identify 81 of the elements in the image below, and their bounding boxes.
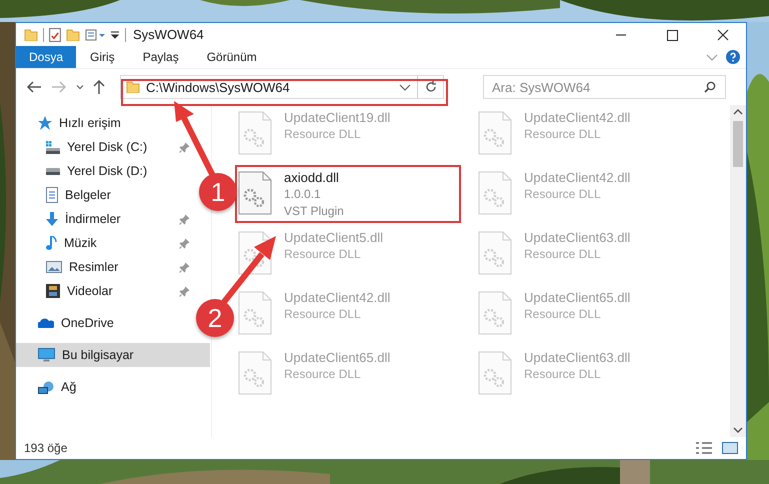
sidebar-label: Resimler — [69, 260, 118, 274]
file-detail: Resource DLL — [524, 126, 602, 143]
chevron-down-icon[interactable] — [399, 84, 411, 90]
sidebar-item[interactable]: OneDrive — [16, 311, 194, 335]
details-view-icon[interactable] — [696, 442, 712, 454]
search-icon[interactable] — [704, 81, 716, 93]
film-icon — [46, 284, 60, 298]
ribbon-tab[interactable]: Paylaş — [128, 46, 193, 68]
window-title: SysWOW64 — [133, 27, 204, 42]
cloud-icon — [38, 318, 54, 328]
computer-icon — [38, 348, 55, 362]
ribbon-tab[interactable]: Giriş — [76, 46, 129, 68]
sidebar-item[interactable]: Müzik — [16, 231, 194, 255]
file-detail: Resource DLL — [284, 306, 362, 323]
ribbon-tab[interactable]: Görünüm — [192, 46, 271, 68]
customize-icon[interactable] — [110, 30, 120, 38]
sidebar-item[interactable]: Hızlı erişim — [16, 111, 194, 135]
drive-icon — [46, 168, 60, 174]
sidebar-item[interactable]: Resimler — [16, 255, 194, 279]
picture-icon — [46, 261, 62, 273]
pin-icon[interactable] — [179, 142, 190, 152]
file-detail: Resource DLL — [524, 186, 602, 203]
star-icon — [38, 116, 52, 130]
address-field[interactable]: C:\Windows\SysWOW64 — [120, 75, 444, 99]
refresh-icon[interactable] — [424, 80, 438, 94]
sidebar-label: Belgeler — [65, 188, 111, 202]
file-gear-icon[interactable] — [238, 171, 272, 215]
pin-icon[interactable] — [179, 286, 190, 296]
sidebar-item[interactable]: İndirmeler — [16, 207, 194, 231]
sidebar-item[interactable]: Ağ — [16, 375, 194, 399]
sidebar-item[interactable]: Belgeler — [16, 183, 194, 207]
sidebar-label: Videolar — [67, 284, 113, 298]
large-icons-view-icon[interactable] — [722, 442, 738, 454]
sidebar-item[interactable]: Yerel Disk (C:) — [16, 135, 194, 159]
file-detail: Resource DLL — [524, 366, 602, 383]
sidebar-item[interactable]: Bu bilgisayar — [16, 343, 210, 367]
new-folder-icon[interactable] — [66, 28, 80, 40]
arrow — [222, 236, 276, 304]
file-detail: VST Plugin — [284, 203, 344, 220]
ribbon-tab[interactable]: Dosya — [16, 46, 76, 68]
scrollbar-thumb[interactable] — [733, 121, 743, 167]
file-detail: Resource DLL — [524, 246, 602, 263]
file-detail: 1.0.0.1 — [284, 186, 322, 203]
scroll-down-icon[interactable] — [733, 427, 743, 433]
scroll-up-icon[interactable] — [733, 109, 743, 115]
up-arrow-icon[interactable] — [93, 80, 105, 94]
down-arrow-icon — [46, 212, 58, 226]
sidebar-label: Yerel Disk (D:) — [67, 164, 148, 178]
address-path: C:\Windows\SysWOW64 — [146, 80, 290, 94]
pin-icon[interactable] — [179, 238, 190, 248]
sidebar-label: İndirmeler — [65, 212, 121, 226]
file-detail: Resource DLL — [524, 306, 602, 323]
help-icon[interactable] — [726, 50, 740, 64]
network-icon — [38, 380, 54, 394]
properties-icon[interactable] — [49, 28, 61, 42]
scrollbar[interactable] — [730, 105, 746, 437]
sidebar-label: OneDrive — [61, 316, 114, 330]
file-detail: Resource DLL — [284, 366, 362, 383]
pin-icon[interactable] — [179, 262, 190, 272]
chevron-down-icon[interactable] — [76, 84, 84, 90]
sidebar-label: Hızlı erişim — [59, 116, 121, 130]
file-name[interactable]: axiodd.dll — [284, 169, 344, 186]
folder-icon[interactable] — [24, 28, 38, 40]
sidebar-label: Bu bilgisayar — [62, 348, 134, 362]
document-icon — [46, 187, 58, 203]
view-icon[interactable] — [85, 28, 105, 40]
drive-icon — [46, 140, 60, 154]
sidebar-label: Müzik — [64, 236, 97, 250]
sidebar-item[interactable]: Yerel Disk (D:) — [16, 159, 194, 183]
back-arrow-icon[interactable] — [26, 81, 42, 93]
item-count: 193 öğe — [24, 441, 68, 455]
file-detail: Resource DLL — [284, 246, 362, 263]
file-detail: Resource DLL — [284, 126, 362, 143]
sidebar-label: Yerel Disk (C:) — [67, 140, 148, 154]
folder-icon — [126, 81, 140, 93]
music-note-icon — [46, 236, 57, 250]
search-field[interactable]: Ara: SysWOW64 — [483, 75, 726, 99]
pin-icon[interactable] — [179, 214, 190, 224]
sidebar-item[interactable]: Videolar — [16, 279, 194, 303]
sidebar-label: Ağ — [61, 380, 76, 394]
forward-arrow-icon[interactable] — [51, 81, 67, 93]
